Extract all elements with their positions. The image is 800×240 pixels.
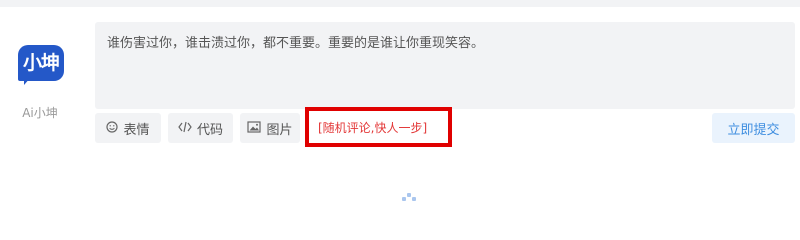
- smile-icon: [106, 120, 119, 136]
- emoji-label: 表情: [123, 122, 150, 138]
- code-label: 代码: [196, 122, 223, 138]
- image-label: 图片: [266, 122, 293, 138]
- random-comment-highlight: [随机评论,快人一步]: [305, 107, 452, 147]
- random-comment-link[interactable]: [随机评论,快人一步]: [318, 119, 427, 136]
- comment-textarea[interactable]: 谁伤害过你，谁击溃过你，都不重要。重要的是谁让你重现笑容。: [95, 22, 795, 109]
- submit-button[interactable]: 立即提交: [712, 113, 795, 143]
- code-icon: [178, 121, 192, 136]
- top-divider: [0, 0, 800, 7]
- image-button[interactable]: 图片: [240, 113, 300, 143]
- loading-icon: [402, 193, 416, 203]
- avatar-logo: 小坤: [18, 45, 64, 81]
- avatar-logo-tail: [24, 77, 31, 85]
- username: Ai小坤: [22, 106, 58, 120]
- comment-text: 谁伤害过你，谁击溃过你，都不重要。重要的是谁让你重现笑容。: [107, 36, 485, 51]
- code-button[interactable]: 代码: [168, 113, 233, 143]
- emoji-button[interactable]: 表情: [95, 113, 161, 143]
- avatar[interactable]: 小坤: [18, 45, 64, 87]
- image-icon: [247, 120, 262, 136]
